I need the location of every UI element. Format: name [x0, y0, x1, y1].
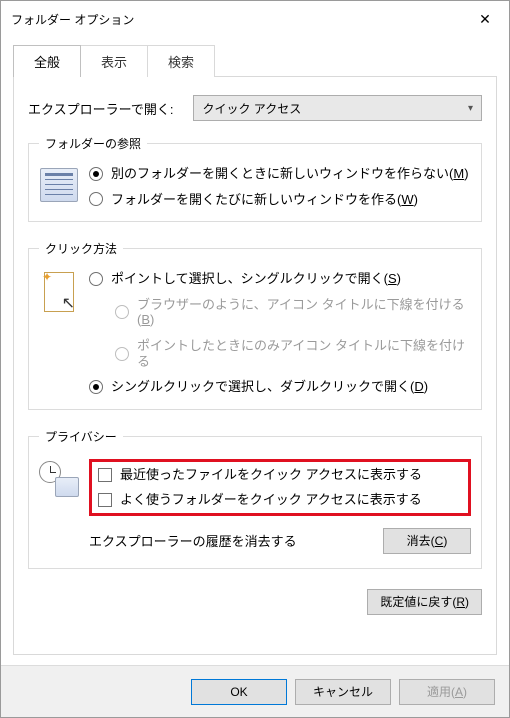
- radio-double-click[interactable]: シングルクリックで選択し、ダブルクリックで開く(D): [89, 379, 471, 395]
- radio-dot-icon: [115, 347, 129, 361]
- browse-folders-legend: フォルダーの参照: [39, 135, 147, 152]
- restore-defaults-button[interactable]: 既定値に戻す(R): [367, 589, 482, 615]
- tab-search[interactable]: 検索: [147, 45, 215, 77]
- radio-single-click[interactable]: ポイントして選択し、シングルクリックで開く(S): [89, 271, 471, 287]
- tab-view[interactable]: 表示: [80, 45, 148, 77]
- tab-general[interactable]: 全般: [13, 45, 81, 77]
- checkbox-icon: [98, 493, 112, 507]
- folder-options-dialog: フォルダー オプション ✕ 全般 表示 検索 エクスプローラーで開く: クイック…: [0, 0, 510, 718]
- ok-button[interactable]: OK: [191, 679, 287, 705]
- check-recent-files[interactable]: 最近使ったファイルをクイック アクセスに表示する: [98, 467, 462, 483]
- client-area: 全般 表示 検索 エクスプローラーで開く: クイック アクセス ▾ フォルダーの…: [1, 37, 509, 665]
- radio-dot-icon: [89, 167, 103, 181]
- recent-items-icon: [39, 459, 79, 497]
- open-with-row: エクスプローラーで開く: クイック アクセス ▾: [28, 95, 482, 121]
- click-method-group: クリック方法 ✦↖ ポイントして選択し、シングルクリックで開く(S): [28, 240, 482, 410]
- window-title: フォルダー オプション: [11, 11, 463, 28]
- open-with-value: クイック アクセス: [202, 100, 301, 117]
- click-method-legend: クリック方法: [39, 240, 123, 257]
- close-icon[interactable]: ✕: [463, 4, 507, 34]
- open-with-label: エクスプローラーで開く:: [28, 99, 173, 118]
- check-frequent-folders[interactable]: よく使うフォルダーをクイック アクセスに表示する: [98, 492, 462, 508]
- chevron-down-icon: ▾: [468, 103, 473, 114]
- browse-folders-group: フォルダーの参照 別のフォルダーを開くときに新しいウィンドウを作らない(M) フ…: [28, 135, 482, 222]
- privacy-legend: プライバシー: [39, 428, 123, 445]
- titlebar: フォルダー オプション ✕: [1, 1, 509, 37]
- highlight-annotation: 最近使ったファイルをクイック アクセスに表示する よく使うフォルダーをクイック …: [89, 459, 471, 516]
- tab-page-general: エクスプローラーで開く: クイック アクセス ▾ フォルダーの参照 別のフォルダ…: [13, 76, 497, 655]
- checkbox-icon: [98, 468, 112, 482]
- clear-history-button[interactable]: 消去(C): [383, 528, 471, 554]
- radio-dot-icon: [89, 192, 103, 206]
- apply-button[interactable]: 適用(A): [399, 679, 495, 705]
- radio-new-window[interactable]: フォルダーを開くたびに新しいウィンドウを作る(W): [89, 192, 471, 208]
- file-cursor-icon: ✦↖: [39, 271, 79, 312]
- dialog-footer: OK キャンセル 適用(A): [1, 665, 509, 717]
- radio-underline-browser: ブラウザーのように、アイコン タイトルに下線を付ける(B): [115, 297, 471, 328]
- cancel-button[interactable]: キャンセル: [295, 679, 391, 705]
- tabstrip: 全般 表示 検索: [13, 45, 497, 77]
- clear-history-label: エクスプローラーの履歴を消去する: [89, 531, 363, 550]
- privacy-group: プライバシー 最近使ったファイルをクイック アクセスに表示する: [28, 428, 482, 569]
- radio-dot-icon: [89, 272, 103, 286]
- radio-dot-icon: [115, 305, 129, 319]
- open-with-combo[interactable]: クイック アクセス ▾: [193, 95, 482, 121]
- radio-same-window[interactable]: 別のフォルダーを開くときに新しいウィンドウを作らない(M): [89, 166, 471, 182]
- radio-dot-icon: [89, 380, 103, 394]
- folder-icon: [39, 166, 79, 202]
- radio-underline-hover: ポイントしたときにのみアイコン タイトルに下線を付ける: [115, 338, 471, 369]
